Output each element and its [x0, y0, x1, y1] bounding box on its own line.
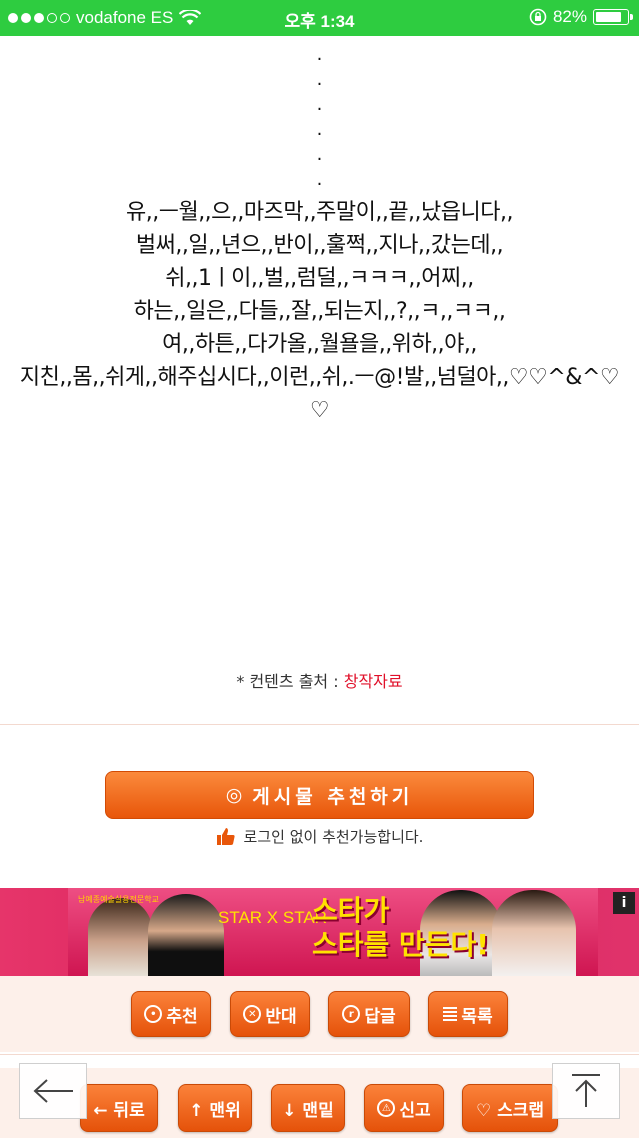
dot-line: . — [316, 94, 323, 115]
banner-headline: 스타가 스타를 만든다! — [312, 894, 489, 962]
report-button[interactable]: ⚠ 신고 — [364, 1084, 444, 1132]
ad-info-icon[interactable]: i — [613, 892, 635, 914]
arrow-left-icon — [33, 1079, 73, 1103]
status-bar: vodafone ES 오후 1:34 82% — [0, 0, 639, 36]
banner-person-image — [88, 898, 152, 976]
bottom-bar: ← 뒤로 ↑ 맨위 ↓ 맨밑 ⚠ 신고 ♡ 스크랩 — [0, 1068, 639, 1138]
list-icon — [443, 1007, 458, 1021]
recommend-post-button[interactable]: ◎ 게시물 추천하기 — [105, 771, 534, 819]
article-body: . . . . . . 유,,ㅡ월,,으,,마즈막,,주말이,,끝,,났읍니다,… — [0, 36, 639, 427]
reply-button[interactable]: r 답글 — [328, 991, 410, 1037]
source-link[interactable]: 창작자료 — [344, 672, 403, 691]
scroll-top-button[interactable]: ↑ 맨위 — [178, 1084, 252, 1132]
banner-person-image — [492, 890, 576, 976]
banner-person-image — [148, 894, 224, 976]
article-line: ♡ — [309, 398, 330, 423]
scrap-button-label: ♡ 스크랩 — [475, 1100, 545, 1121]
dot-line: . — [316, 169, 323, 190]
scroll-top-label: ↑ 맨위 — [189, 1100, 241, 1121]
report-button-label: 신고 — [399, 1100, 431, 1121]
dot-line: . — [316, 69, 323, 90]
recommend-button[interactable]: • 추천 — [131, 991, 211, 1037]
recommend-note-text: 로그인 없이 추천가능합니다. — [243, 828, 424, 846]
divider — [0, 1054, 639, 1055]
content-source: * 컨텐츠 출처 : 창작자료 — [0, 668, 639, 692]
back-button-label: ← 뒤로 — [93, 1100, 145, 1121]
rotation-lock-icon — [529, 8, 547, 26]
oppose-button[interactable]: ✕ 반대 — [230, 991, 310, 1037]
thumbs-up-icon — [216, 827, 235, 845]
floating-back-button[interactable] — [19, 1063, 87, 1119]
arrow-to-top-icon — [572, 1074, 600, 1107]
article-line: 하는,,일은,,다들,,잘,,되는지,,?,,ㅋ,,ㅋㅋ,, — [133, 299, 506, 324]
article-line: 쉬,,1ㅣ이,,벌,,럼덜,,ㅋㅋㅋ,,어찌,, — [165, 266, 474, 291]
circle-dot-icon: • — [144, 1005, 163, 1023]
circle-x-icon: ✕ — [243, 1005, 262, 1023]
post-action-bar: • 추천 ✕ 반대 r 답글 목록 — [0, 976, 639, 1052]
article-line: 여,,하튼,,다가올,,월욜을,,위하,,야,, — [162, 332, 477, 357]
battery-percent: 82% — [552, 7, 587, 26]
circle-r-icon: r — [342, 1005, 361, 1023]
list-button[interactable]: 목록 — [428, 991, 508, 1037]
dot-line: . — [316, 119, 323, 140]
report-icon: ⚠ — [377, 1099, 396, 1117]
scroll-bottom-button[interactable]: ↓ 맨밑 — [271, 1084, 345, 1132]
article-line: 유,,ㅡ월,,으,,마즈막,,주말이,,끝,,났읍니다,, — [125, 200, 514, 225]
scrap-button[interactable]: ♡ 스크랩 — [462, 1084, 558, 1132]
back-button[interactable]: ← 뒤로 — [80, 1084, 158, 1132]
divider — [0, 724, 639, 725]
oppose-button-label: 반대 — [265, 1006, 297, 1027]
recommend-button-label: 추천 — [166, 1006, 198, 1027]
dot-line: . — [316, 144, 323, 165]
scroll-bottom-label: ↓ 맨밑 — [282, 1100, 334, 1121]
recommend-post-label: 게시물 추천하기 — [252, 785, 414, 808]
article-line: 벌써,,일,,년으,,반이,,훌쩍,,지나,,갔는데,, — [135, 233, 504, 258]
floating-top-button[interactable] — [552, 1063, 620, 1119]
dot-lines: . . . . . . — [0, 36, 639, 192]
target-icon: ◎ — [225, 784, 247, 806]
article-text: 유,,ㅡ월,,으,,마즈막,,주말이,,끝,,났읍니다,, 벌써,,일,,년으,… — [0, 196, 639, 427]
battery-group: 82% — [529, 7, 633, 27]
dot-line: . — [316, 44, 323, 65]
article-line: 지친,,몸,,쉬게,,해주십시다,,이런,,쉬,.ㅡ@!발,,넘덜아,,♡♡^&… — [19, 365, 620, 390]
banner-headline-line: 스타를 만든다! — [312, 928, 490, 961]
ad-banner[interactable]: 남예종예술실용전문학교 STAR X STAR 스타가 스타를 만든다! i — [0, 888, 639, 976]
banner-headline-line: 스타가 — [312, 894, 390, 927]
reply-button-label: 답글 — [364, 1006, 396, 1027]
battery-icon — [593, 9, 633, 25]
recommend-note: 로그인 없이 추천가능합니다. — [0, 826, 639, 847]
list-button-label: 목록 — [461, 1006, 493, 1027]
banner-school-logo: 남예종예술실용전문학교 — [78, 895, 159, 904]
banner-star-text: STAR X STAR — [218, 908, 327, 927]
source-label: * 컨텐츠 출처 : — [236, 672, 344, 691]
